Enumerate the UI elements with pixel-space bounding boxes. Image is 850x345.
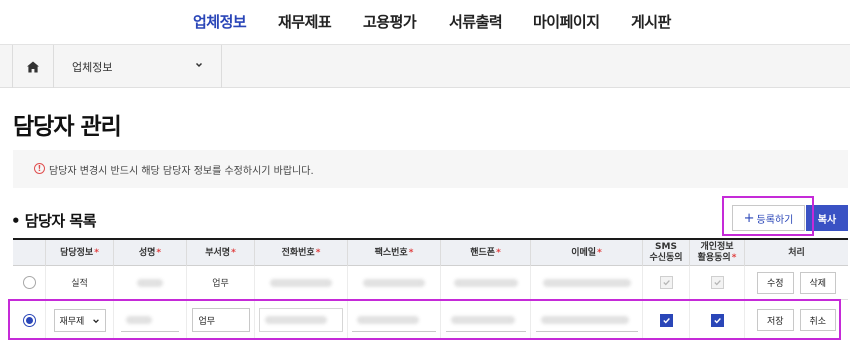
info-icon: ! [34,163,45,174]
email-cell-redacted [531,266,643,299]
breadcrumb: 업체정보 [0,45,850,88]
section-title: • 담당자 목록 [11,212,97,230]
fax-cell-redacted [348,266,441,299]
sms-consent-checkbox[interactable] [659,276,673,289]
nav-item-employment-evaluation[interactable]: 고용평가 [363,11,417,32]
check-icon [713,280,721,286]
row-select-cell [13,266,46,299]
column-header-mobile: 핸드폰 * [441,240,531,266]
notice-text: 담당자 변경시 반드시 해당 담당자 정보를 수정하시기 바랍니다. [49,166,314,177]
name-cell-redacted [114,266,187,299]
home-button[interactable] [12,45,54,88]
action-cell: 수정 삭제 [745,266,848,299]
dept-cell: 업무 [187,266,255,299]
column-header-privacy-consent: 개인정보 활용동의* [690,240,745,266]
breadcrumb-selected-label: 업체정보 [72,61,113,74]
nav-item-document-print[interactable]: 서류출력 [449,11,503,32]
column-header-fax: 팩스번호 * [348,240,441,266]
mobile-cell-redacted [441,266,531,299]
nav-item-financial-statements[interactable]: 재무제표 [278,11,332,32]
check-icon [662,280,670,286]
nav-item-company-info[interactable]: 업체정보 [193,11,247,32]
column-header-select [13,240,46,266]
sms-consent-cell [643,266,690,299]
page-title: 담당자 관리 [13,114,122,140]
top-navigation: 업체정보 재무제표 고용평가 서류출력 마이페이지 게시판 [0,0,850,45]
row-radio[interactable] [22,276,36,289]
highlight-box-editing-row [8,299,841,340]
column-header-email: 이메일 * [531,240,643,266]
column-header-sms-consent: SMS 수신동의 [643,240,690,266]
column-header-action: 처리 [788,247,805,258]
column-header-dept: 부서명 * [187,240,255,266]
phone-cell-redacted [255,266,348,299]
breadcrumb-dropdown[interactable]: 업체정보 [54,45,222,88]
privacy-consent-cell [690,266,745,299]
notice-box: ! 담당자 변경시 반드시 해당 담당자 정보를 수정하시기 바랍니다. [13,150,848,188]
privacy-consent-checkbox[interactable] [710,276,724,289]
highlight-box-register [722,196,814,236]
delete-button[interactable]: 삭제 [799,271,837,294]
column-header-phone: 전화번호 * [255,240,348,266]
edit-button[interactable]: 수정 [756,271,794,294]
table-header: 담당정보 * 성명 * 부서명 * 전화번호 * 팩스번호 * 핸드폰 * 이메일 * SMS… [13,238,848,266]
column-header-type: 담당정보 * [46,240,114,266]
home-icon [27,61,39,72]
table-row: 실적 업무 수정 삭제 [13,266,848,300]
nav-item-my-page[interactable]: 마이페이지 [533,11,600,32]
nav-item-board[interactable]: 게시판 [631,11,671,32]
column-header-name: 성명 * [114,240,187,266]
chevron-down-icon [195,62,203,68]
type-cell: 실적 [46,266,114,299]
